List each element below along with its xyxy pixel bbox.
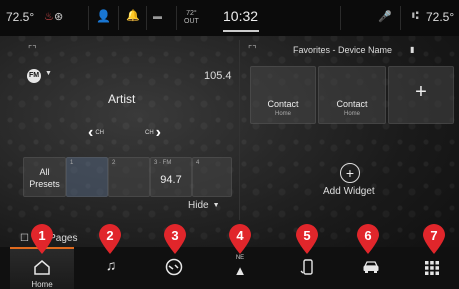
nav-phone[interactable] — [294, 259, 320, 281]
nav-apps[interactable] — [424, 260, 444, 280]
frequency: 105.4 — [204, 70, 232, 82]
divider — [146, 6, 147, 30]
callout-pin-6: 6 — [355, 223, 381, 254]
contact-name: Contact — [336, 99, 368, 109]
callout-number: 4 — [236, 228, 244, 243]
passenger-temp[interactable]: 72.5° — [426, 10, 454, 24]
passenger-seat-icon[interactable]: ⑆ — [412, 10, 419, 22]
outside-temp: 72° OUT — [184, 10, 199, 26]
artist-name: Artist — [108, 92, 136, 106]
nav-home-label: Home — [31, 280, 53, 289]
add-widget-plus-icon[interactable]: + — [340, 163, 360, 183]
nav-vehicle[interactable] — [358, 260, 384, 280]
nav-comfort[interactable] — [160, 258, 188, 280]
contact-type: Home — [274, 111, 291, 117]
car-icon — [363, 261, 379, 273]
preset-number: 3 · FM — [154, 160, 172, 166]
prev-channel-label: CH — [95, 130, 104, 136]
nav-media[interactable]: ♫ — [96, 257, 126, 279]
device-phone-icon: ▮ — [410, 45, 415, 54]
camera-icon[interactable]: ▬ — [153, 11, 162, 21]
chevron-down-icon: ▼ — [212, 202, 220, 209]
divider — [118, 6, 119, 30]
add-widget-label[interactable]: Add Widget — [323, 186, 375, 197]
callout-pin-7: 7 — [421, 223, 447, 254]
preset-1[interactable]: 1 — [66, 157, 108, 197]
contact-tile-1[interactable]: Contact Home — [250, 66, 316, 124]
preset-number: 1 — [70, 160, 74, 166]
preset-frequency: 94.7 — [160, 174, 182, 186]
favorites-title: Favorites - Device Name — [293, 45, 393, 55]
preset-number: 4 — [196, 160, 200, 166]
steering-wheel-icon — [165, 258, 183, 276]
profile-icon[interactable]: 👤 — [96, 9, 111, 23]
music-note-icon: ♫ — [105, 257, 117, 273]
chevron-left-icon: ‹ — [88, 124, 94, 141]
all-presets-line2: Presets — [29, 179, 60, 189]
callout-pin-3: 3 — [162, 223, 188, 254]
divider — [400, 6, 401, 30]
nav-navigation[interactable]: NE ▲ — [228, 255, 252, 283]
divider — [340, 6, 341, 30]
callout-pin-4: 4 — [227, 223, 253, 254]
callout-number: 1 — [38, 228, 46, 243]
divider — [176, 6, 177, 30]
next-channel-button[interactable]: CH › — [145, 124, 161, 142]
contact-name: Contact — [267, 99, 299, 109]
band-dropdown-icon[interactable]: ▼ — [45, 70, 52, 77]
prev-channel-button[interactable]: ‹ CH — [88, 124, 104, 142]
phone-icon — [300, 259, 313, 275]
my-pages-icon: ☐ — [20, 233, 29, 244]
driver-temp[interactable]: 72.5° — [6, 10, 34, 24]
navigation-arrow-icon: ▲ — [233, 263, 247, 278]
status-bar: 72.5° ♨ ⊛ 👤 🔔 ▬ 72° OUT 10:32 🎤 ⑆ 72.5° — [0, 0, 459, 36]
seat-heat-icon[interactable]: ♨ — [44, 10, 54, 23]
next-channel-label: CH — [145, 130, 154, 136]
preset-number: 2 — [112, 160, 116, 166]
compass-letters: NE — [235, 255, 245, 261]
outside-temp-label: OUT — [184, 18, 199, 25]
contact-tile-2[interactable]: Contact Home — [318, 66, 386, 124]
preset-4[interactable]: 4 — [192, 157, 232, 197]
plus-icon: + — [415, 81, 427, 103]
hide-label: Hide — [188, 200, 209, 211]
callout-pin-5: 5 — [294, 223, 320, 254]
callout-number: 5 — [303, 228, 311, 243]
add-favorite-button[interactable]: + — [388, 66, 454, 124]
outside-temp-value: 72° — [186, 10, 197, 17]
all-presets-button[interactable]: All Presets — [23, 157, 66, 197]
chevron-right-icon: › — [155, 124, 161, 141]
expand-icon[interactable]: ⌜⌝ — [28, 44, 36, 55]
clock-underline — [223, 30, 259, 32]
infotainment-screen: 72.5° ♨ ⊛ 👤 🔔 ▬ 72° OUT 10:32 🎤 ⑆ 72.5° … — [0, 0, 459, 289]
hide-button[interactable]: Hide ▼ — [188, 200, 220, 211]
all-presets-line1: All — [39, 167, 50, 177]
preset-2[interactable]: 2 — [108, 157, 150, 197]
band-badge[interactable]: FM — [27, 69, 41, 83]
microphone-icon[interactable]: 🎤 — [378, 10, 392, 23]
panel-divider — [239, 40, 240, 220]
home-icon — [34, 260, 50, 275]
callout-number: 2 — [106, 228, 114, 243]
callout-pin-2: 2 — [97, 223, 123, 254]
clock: 10:32 — [223, 8, 259, 24]
callout-number: 7 — [430, 228, 438, 243]
apps-grid-icon — [425, 261, 439, 275]
expand-icon[interactable]: ⌜⌝ — [248, 44, 256, 55]
notification-bell-icon[interactable]: 🔔 — [126, 9, 140, 22]
callout-pin-1: 1 — [29, 223, 55, 254]
callout-number: 6 — [364, 228, 372, 243]
preset-3[interactable]: 3 · FM 94.7 — [150, 157, 192, 197]
contact-type: Home — [343, 111, 360, 117]
steering-heat-icon[interactable]: ⊛ — [54, 10, 63, 23]
callout-number: 3 — [171, 228, 179, 243]
divider — [88, 6, 89, 30]
